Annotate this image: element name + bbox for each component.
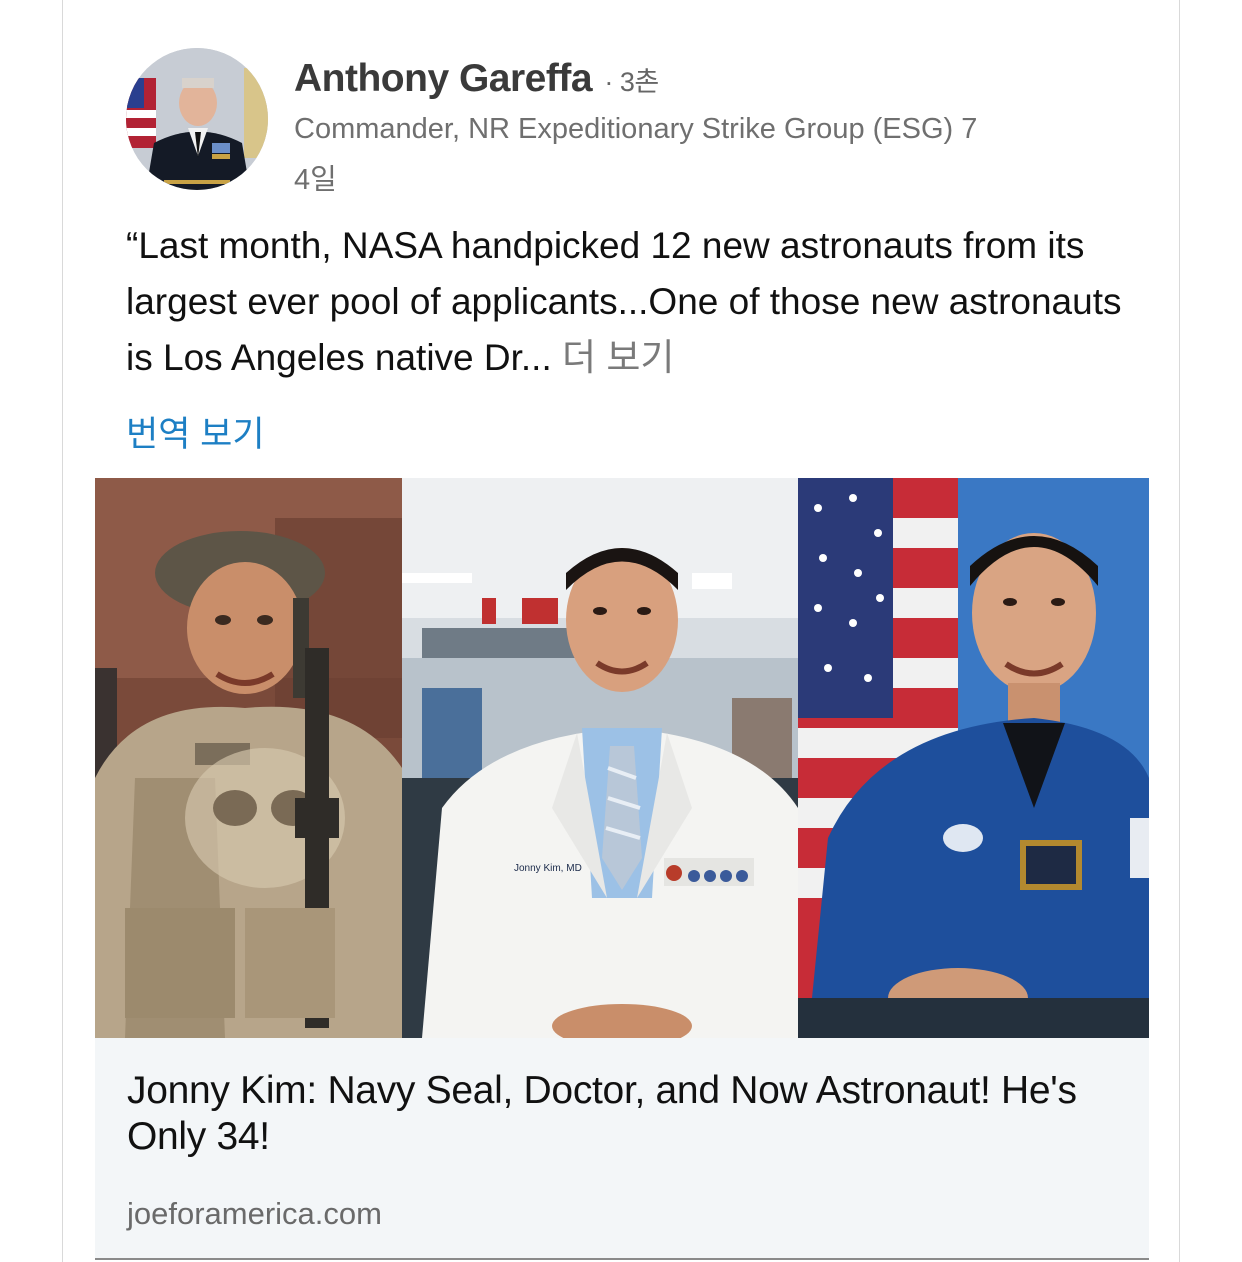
post-text: “Last month, NASA handpicked 12 new astr…	[126, 218, 1136, 386]
link-preview-image[interactable]: Jonny Kim, MD	[95, 478, 1149, 1038]
see-more-link[interactable]: 더 보기	[562, 337, 674, 378]
link-preview-domain: joeforamerica.com	[127, 1196, 382, 1231]
connection-degree: · 3촌	[604, 67, 659, 97]
author-avatar[interactable]	[126, 48, 268, 190]
doctor-photo: Jonny Kim, MD	[402, 478, 798, 1038]
post-time: 4일	[294, 164, 337, 196]
author-name-text: Anthony Gareffa	[294, 57, 593, 100]
coat-name-badge: Jonny Kim, MD	[514, 863, 582, 874]
astronaut-photo	[798, 478, 1149, 1038]
translate-link[interactable]: 번역 보기	[126, 406, 265, 457]
link-preview-title[interactable]: Jonny Kim: Navy Seal, Doctor, and Now As…	[127, 1068, 1117, 1160]
navy-seal-photo	[95, 478, 402, 1038]
feed-post-card: Anthony Gareffa · 3촌 Commander, NR Exped…	[62, 0, 1180, 1262]
author-name[interactable]: Anthony Gareffa · 3촌	[294, 57, 659, 101]
link-preview-card[interactable]: Jonny Kim, MD Jonny Kim: Navy Seal, Doct…	[95, 478, 1149, 1260]
avatar-photo	[126, 48, 268, 190]
author-headline: Commander, NR Expeditionary Strike Group…	[294, 113, 978, 145]
